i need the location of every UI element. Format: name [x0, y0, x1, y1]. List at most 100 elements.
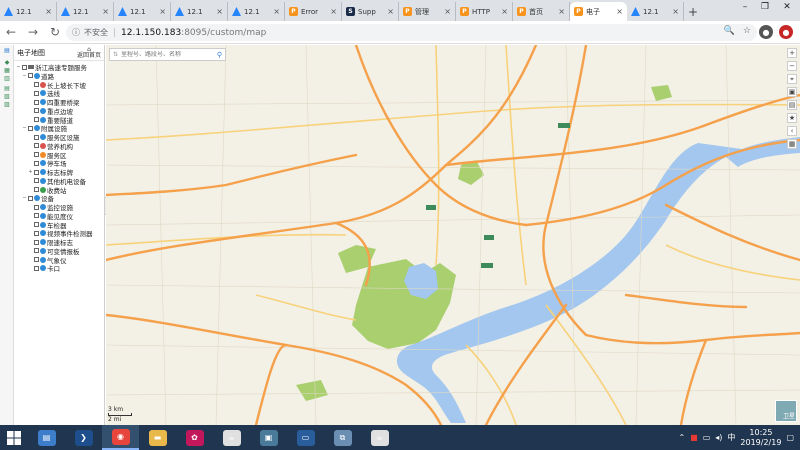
bookmark-star-icon[interactable]: ☆: [743, 26, 751, 36]
back-icon[interactable]: ←: [0, 21, 22, 43]
layer-checkbox[interactable]: [34, 152, 39, 157]
zoom-out-button[interactable]: −: [787, 61, 797, 71]
info-icon[interactable]: ⓘ: [72, 27, 80, 38]
layer-checkbox[interactable]: [34, 143, 39, 149]
rail-icon-road[interactable]: ▦: [0, 67, 14, 75]
ruler-icon[interactable]: ⌖: [787, 74, 797, 84]
share-icon[interactable]: ‹: [787, 126, 797, 136]
close-tab-icon[interactable]: ×: [501, 7, 508, 16]
layer-checkbox[interactable]: [28, 195, 33, 201]
browser-tab[interactable]: P Error ×: [285, 2, 342, 21]
home-button[interactable]: ⌂ 返回首页: [77, 46, 101, 59]
zoom-in-button[interactable]: +: [787, 48, 797, 58]
url-input[interactable]: ⓘ 不安全 | 12.1.150.183:8095/custom/map 🔍 ☆: [66, 24, 757, 41]
browser-tab[interactable]: P HTTP ×: [456, 2, 513, 21]
search-icon[interactable]: ⚲: [217, 51, 222, 59]
print-icon[interactable]: ▤: [787, 100, 797, 110]
close-tab-icon[interactable]: ×: [616, 7, 623, 16]
browser-tab[interactable]: P 电子 ×: [570, 2, 627, 21]
layer-checkbox[interactable]: [34, 90, 39, 96]
close-window-button[interactable]: ✕: [779, 0, 795, 14]
taskbar-button[interactable]: ▤: [28, 425, 65, 450]
close-tab-icon[interactable]: ×: [102, 7, 109, 16]
layer-checkbox[interactable]: [34, 99, 39, 105]
account-icon[interactable]: ●: [759, 25, 773, 39]
maximize-button[interactable]: ❐: [757, 0, 773, 14]
layer-checkbox[interactable]: [34, 187, 39, 192]
zoom-icon[interactable]: 🔍: [724, 26, 735, 36]
browser-tab[interactable]: 12.1 ×: [171, 2, 228, 21]
close-tab-icon[interactable]: ×: [159, 7, 166, 16]
clock[interactable]: 10:25 2019/2/19: [740, 428, 781, 448]
layer-checkbox[interactable]: [22, 64, 27, 70]
layer-checkbox[interactable]: [34, 204, 39, 210]
start-button[interactable]: [0, 425, 28, 450]
tray-chevron-icon[interactable]: ⌃: [678, 433, 685, 442]
close-tab-icon[interactable]: ×: [558, 7, 565, 16]
minimize-button[interactable]: –: [737, 0, 753, 14]
rail-icon-facility[interactable]: ▥: [0, 75, 14, 83]
layer-checkbox[interactable]: [34, 82, 39, 87]
map-search-input[interactable]: [121, 51, 214, 58]
satellite-toggle-button[interactable]: 卫星: [775, 400, 797, 422]
rail-icon-map[interactable]: ◆: [0, 59, 14, 67]
taskbar-button[interactable]: ☕: [361, 425, 398, 450]
layer-checkbox[interactable]: [34, 178, 39, 184]
expand-toggle-icon[interactable]: −: [22, 125, 27, 131]
layer-checkbox[interactable]: [34, 108, 39, 114]
browser-tab[interactable]: 12.1 ×: [627, 2, 684, 21]
forward-icon[interactable]: →: [22, 21, 44, 43]
close-tab-icon[interactable]: ×: [387, 7, 394, 16]
layer-checkbox[interactable]: [34, 117, 39, 122]
browser-tab[interactable]: P 管理 ×: [399, 2, 456, 21]
tree-node[interactable]: 卡口: [28, 264, 60, 273]
taskbar-button[interactable]: ✿: [176, 425, 213, 450]
layer-checkbox[interactable]: [34, 213, 39, 219]
layer-checkbox[interactable]: [34, 169, 39, 175]
tray-app-icon[interactable]: ■: [690, 433, 698, 442]
map-canvas[interactable]: ⇅ ⚲ + − ⌖ ▣ ▤ ★ ‹ ▦ 3 km 2 mi 卫星: [106, 45, 800, 425]
layer-checkbox[interactable]: [34, 257, 39, 262]
map-search-box[interactable]: ⇅ ⚲: [109, 48, 226, 61]
expand-toggle-icon[interactable]: +: [28, 169, 33, 175]
browser-tab[interactable]: 12.1 ×: [228, 2, 285, 21]
rail-icon-settings[interactable]: ▨: [0, 101, 14, 109]
layers-toggle-icon[interactable]: ▦: [787, 139, 797, 149]
expand-toggle-icon[interactable]: −: [22, 195, 27, 201]
close-tab-icon[interactable]: ×: [330, 7, 337, 16]
layer-checkbox[interactable]: [28, 125, 33, 131]
layer-checkbox[interactable]: [34, 134, 39, 140]
layer-checkbox[interactable]: [34, 222, 39, 227]
taskbar-button[interactable]: ◉: [102, 425, 139, 450]
layer-checkbox[interactable]: [34, 239, 39, 245]
browser-tab[interactable]: 12.1 ×: [114, 2, 171, 21]
close-tab-icon[interactable]: ×: [672, 7, 679, 16]
rail-icon-report[interactable]: ▧: [0, 93, 14, 101]
ime-icon[interactable]: 中: [727, 432, 735, 443]
taskbar-button[interactable]: ▬: [139, 425, 176, 450]
filter-icon[interactable]: ⇅: [113, 51, 118, 58]
taskbar-button[interactable]: ☕: [213, 425, 250, 450]
browser-tab[interactable]: 12.1 ×: [0, 2, 57, 21]
expand-toggle-icon[interactable]: −: [22, 73, 27, 79]
expand-toggle-icon[interactable]: −: [16, 64, 21, 70]
layer-checkbox[interactable]: [34, 248, 39, 254]
extension-icon[interactable]: ●: [779, 25, 793, 39]
star-icon[interactable]: ★: [787, 113, 797, 123]
fullscreen-icon[interactable]: ▣: [787, 87, 797, 97]
layer-checkbox[interactable]: [34, 265, 39, 271]
layer-checkbox[interactable]: [34, 160, 39, 166]
layers-icon[interactable]: ▤: [0, 47, 14, 55]
close-tab-icon[interactable]: ×: [216, 7, 223, 16]
taskbar-button[interactable]: ❯: [65, 425, 102, 450]
close-tab-icon[interactable]: ×: [273, 7, 280, 16]
network-icon[interactable]: ▭: [703, 433, 711, 442]
notifications-icon[interactable]: ▢: [786, 433, 794, 442]
browser-tab[interactable]: S Supp ×: [342, 2, 399, 21]
taskbar-button[interactable]: ⧉: [324, 425, 361, 450]
close-tab-icon[interactable]: ×: [45, 7, 52, 16]
close-tab-icon[interactable]: ×: [444, 7, 451, 16]
reload-icon[interactable]: ↻: [44, 21, 66, 43]
browser-tab[interactable]: P 首页 ×: [513, 2, 570, 21]
volume-icon[interactable]: ◂): [715, 433, 722, 442]
